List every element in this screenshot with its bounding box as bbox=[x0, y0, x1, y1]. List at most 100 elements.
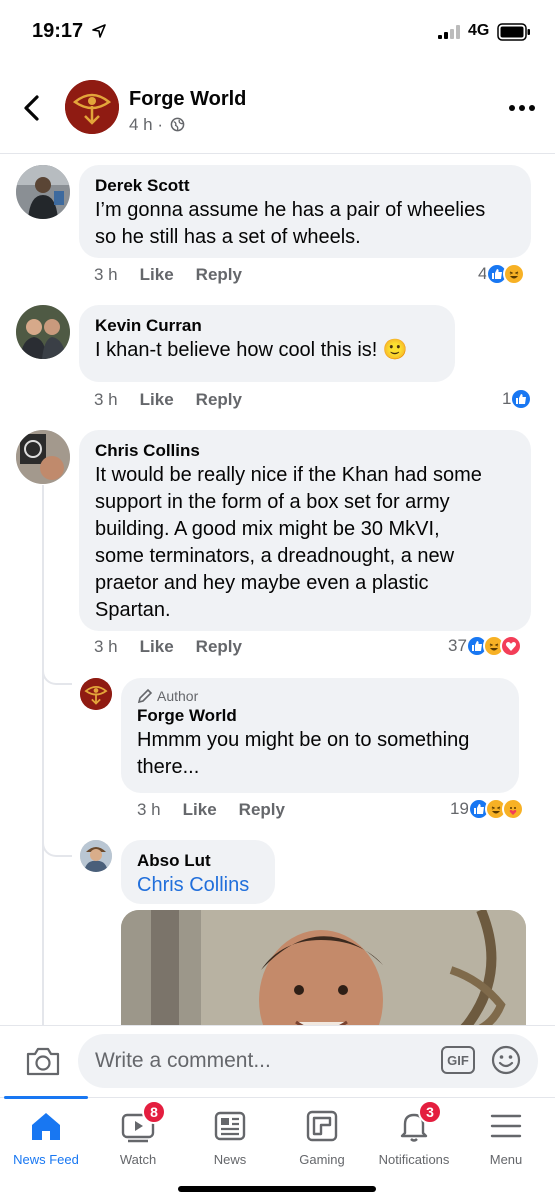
comments-feed[interactable]: Derek Scott I’m gonna assume he has a pa… bbox=[0, 155, 555, 1025]
love-reaction-icon bbox=[499, 635, 522, 657]
tab-label: Notifications bbox=[378, 1152, 450, 1167]
tab-news-feed[interactable]: News Feed bbox=[0, 1108, 92, 1170]
like-button[interactable]: Like bbox=[140, 637, 174, 657]
tab-label: Gaming bbox=[299, 1152, 345, 1167]
bottom-tab-bar: News Feed 8 Watch News Gaming 3 Notifica… bbox=[0, 1096, 555, 1200]
author-badge: Author bbox=[137, 687, 503, 705]
comment-actions: 3 h Like Reply bbox=[94, 390, 242, 410]
page-avatar[interactable] bbox=[65, 80, 119, 134]
like-button[interactable]: Like bbox=[183, 800, 217, 820]
comment-text-line: Spartan. bbox=[95, 599, 171, 621]
commenter-name[interactable]: Kevin Curran bbox=[95, 315, 439, 337]
post-meta: 4 h · bbox=[129, 115, 185, 135]
comment-text-line: so he still has a set of wheels. bbox=[95, 226, 361, 248]
comment-composer: Write a comment... GIF bbox=[0, 1025, 555, 1097]
news-icon bbox=[214, 1111, 246, 1141]
home-indicator[interactable] bbox=[178, 1186, 376, 1192]
haha-reaction-icon bbox=[503, 263, 526, 285]
tab-watch[interactable]: 8 Watch bbox=[92, 1100, 184, 1170]
page-title[interactable]: Forge World bbox=[129, 88, 246, 111]
post-header: Forge World 4 h · bbox=[0, 64, 555, 154]
tab-news[interactable]: News bbox=[184, 1108, 276, 1170]
comment-text-line: I khan-t believe how cool this is! 🙂 bbox=[95, 339, 408, 361]
comment-text-line: there... bbox=[137, 756, 200, 778]
comment-time: 3 h bbox=[94, 265, 118, 284]
more-icon[interactable] bbox=[508, 104, 536, 112]
user-photo-icon bbox=[16, 305, 70, 359]
comment-text-line: building. A good mix might be 30 MkVI, bbox=[95, 518, 440, 540]
mention-link[interactable]: Chris Collins bbox=[137, 872, 259, 899]
gaming-icon bbox=[306, 1110, 338, 1142]
comment-actions: 3 h Like Reply bbox=[94, 265, 242, 285]
comment-time: 3 h bbox=[94, 390, 118, 409]
location-arrow-icon bbox=[92, 24, 106, 38]
home-icon bbox=[32, 1113, 60, 1140]
comment-bubble[interactable]: Kevin Curran I khan-t believe how cool t… bbox=[79, 305, 455, 382]
like-button[interactable]: Like bbox=[140, 265, 174, 285]
emoji-icon[interactable] bbox=[491, 1045, 521, 1075]
reaction-summary[interactable]: 1 bbox=[502, 388, 533, 410]
comment-text-line: support in the form of a box set for arm… bbox=[95, 491, 450, 513]
commenter-name[interactable]: Abso Lut bbox=[137, 850, 259, 872]
network-label: 4G bbox=[468, 22, 490, 39]
gif-image-icon bbox=[121, 910, 526, 1025]
reply-button[interactable]: Reply bbox=[196, 637, 242, 657]
like-reaction-icon bbox=[510, 388, 533, 410]
tab-label: Menu bbox=[489, 1152, 523, 1167]
reaction-summary[interactable]: 19 bbox=[450, 798, 524, 820]
comment-text-line: some terminators, a dreadnought, a new bbox=[95, 545, 455, 567]
reaction-count: 19 bbox=[450, 799, 469, 818]
author-tag-label: Author bbox=[157, 688, 199, 704]
avatar[interactable] bbox=[16, 165, 70, 219]
comment-text-line: I’m gonna assume he has a pair of wheeli… bbox=[95, 199, 486, 221]
avatar[interactable] bbox=[16, 305, 70, 359]
pencil-icon bbox=[137, 688, 153, 704]
back-icon[interactable] bbox=[20, 94, 44, 122]
reply-connector bbox=[42, 827, 72, 857]
thread-line bbox=[42, 485, 44, 1025]
commenter-name[interactable]: Chris Collins bbox=[95, 440, 515, 462]
tab-label: News Feed bbox=[13, 1152, 79, 1167]
reply-gif-image[interactable] bbox=[121, 910, 526, 1025]
forge-world-logo-icon bbox=[80, 678, 112, 710]
comment-text-line: praetor and hey maybe even a plastic bbox=[95, 572, 429, 594]
battery-icon bbox=[497, 23, 530, 41]
tab-label: Watch bbox=[119, 1152, 157, 1167]
comment-input[interactable]: Write a comment... GIF bbox=[78, 1034, 538, 1088]
tab-menu[interactable]: Menu bbox=[460, 1108, 552, 1170]
status-time: 19:17 bbox=[32, 20, 84, 42]
globe-icon bbox=[170, 117, 185, 132]
reply-button[interactable]: Reply bbox=[239, 800, 285, 820]
comment-text-line: Hmmm you might be on to something bbox=[137, 729, 470, 751]
comment-time: 3 h bbox=[94, 637, 118, 656]
tab-gaming[interactable]: Gaming bbox=[276, 1108, 368, 1170]
gif-button[interactable]: GIF bbox=[441, 1046, 475, 1074]
reply-button[interactable]: Reply bbox=[196, 390, 242, 410]
tab-notifications[interactable]: 3 Notifications bbox=[368, 1100, 460, 1170]
watch-badge: 8 bbox=[142, 1100, 166, 1124]
active-tab-indicator bbox=[4, 1096, 88, 1099]
camera-icon[interactable] bbox=[26, 1046, 60, 1076]
reaction-summary[interactable]: 37 bbox=[448, 635, 522, 657]
reply-connector bbox=[42, 655, 72, 685]
reply-button[interactable]: Reply bbox=[196, 265, 242, 285]
avatar[interactable] bbox=[80, 840, 112, 872]
avatar[interactable] bbox=[80, 678, 112, 710]
like-button[interactable]: Like bbox=[140, 390, 174, 410]
comment-bubble[interactable]: Chris Collins It would be really nice if… bbox=[79, 430, 531, 631]
notifications-badge: 3 bbox=[418, 1100, 442, 1124]
commenter-name[interactable]: Derek Scott bbox=[95, 175, 515, 197]
comment-actions: 3 h Like Reply bbox=[94, 637, 242, 657]
commenter-name[interactable]: Forge World bbox=[137, 705, 503, 727]
reply-bubble[interactable]: Author Forge World Hmmm you might be on … bbox=[121, 678, 519, 793]
forge-world-logo-icon bbox=[65, 80, 119, 134]
comment-text-line: It would be really nice if the Khan had … bbox=[95, 464, 482, 486]
avatar[interactable] bbox=[16, 430, 70, 484]
comment-placeholder: Write a comment... bbox=[95, 1049, 271, 1072]
reply-bubble[interactable]: Abso Lut Chris Collins bbox=[121, 840, 275, 904]
user-photo-icon bbox=[16, 165, 70, 219]
reaction-summary[interactable]: 4 bbox=[478, 263, 526, 285]
post-time: 4 h · bbox=[129, 115, 164, 134]
care-reaction-icon bbox=[501, 798, 524, 820]
comment-bubble[interactable]: Derek Scott I’m gonna assume he has a pa… bbox=[79, 165, 531, 258]
